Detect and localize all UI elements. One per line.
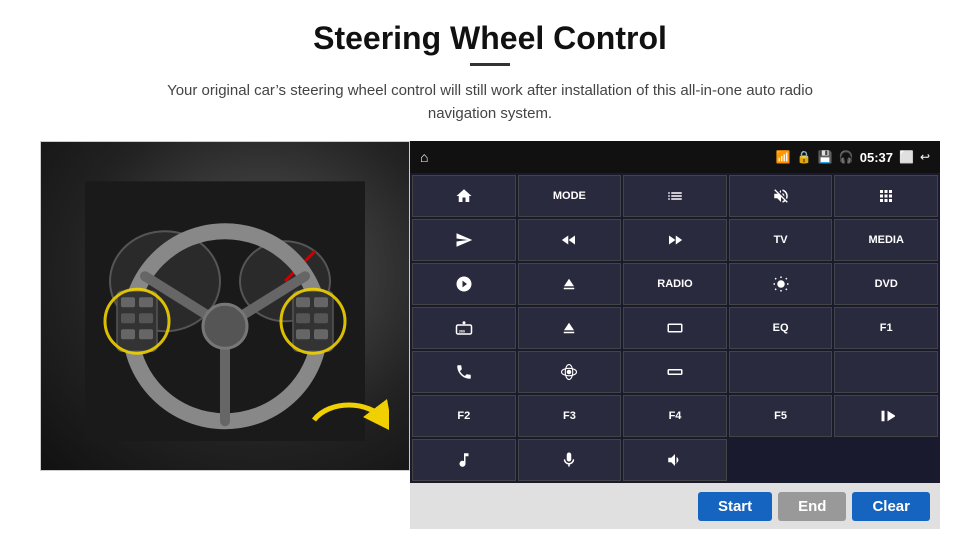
wifi-icon: 📶 [776, 150, 791, 164]
btn-dvd[interactable]: DVD [834, 263, 938, 305]
lock-icon: 🔒 [797, 150, 812, 164]
page-title: Steering Wheel Control [313, 20, 667, 57]
btn-f5[interactable]: F5 [729, 395, 833, 437]
btn-settings[interactable] [412, 263, 516, 305]
page: Steering Wheel Control Your original car… [0, 0, 980, 529]
btn-mode[interactable]: MODE [518, 175, 622, 217]
btn-brightness[interactable] [729, 263, 833, 305]
btn-mic[interactable] [518, 439, 622, 481]
car-image [40, 141, 410, 471]
status-time: 05:37 [860, 150, 893, 165]
btn-eject[interactable] [518, 263, 622, 305]
status-bar: ⌂ 📶 🔒 💾 🎧 05:37 ⬜ ↩ [410, 141, 940, 173]
end-button[interactable]: End [778, 492, 846, 521]
button-grid: MODE TV [410, 173, 940, 483]
btn-empty3 [729, 439, 833, 481]
btn-music[interactable] [412, 439, 516, 481]
btn-empty2[interactable] [834, 351, 938, 393]
btn-radio[interactable]: RADIO [623, 263, 727, 305]
btn-media[interactable]: MEDIA [834, 219, 938, 261]
btn-tv[interactable]: TV [729, 219, 833, 261]
btn-360[interactable]: 360 [412, 307, 516, 349]
btn-f3[interactable]: F3 [518, 395, 622, 437]
btn-fastforward[interactable] [623, 219, 727, 261]
btn-f1[interactable]: F1 [834, 307, 938, 349]
back-icon: ↩ [920, 150, 930, 164]
btn-apps[interactable] [834, 175, 938, 217]
subtitle-text: Your original car’s steering wheel contr… [140, 80, 840, 125]
btn-eject2[interactable] [518, 307, 622, 349]
screen-icon: ⬜ [899, 150, 914, 164]
svg-text:360: 360 [459, 330, 465, 334]
bt-icon: 🎧 [839, 150, 854, 164]
btn-eq[interactable]: EQ [729, 307, 833, 349]
btn-empty1[interactable] [729, 351, 833, 393]
btn-rectangle[interactable] [623, 307, 727, 349]
btn-f4[interactable]: F4 [623, 395, 727, 437]
control-panel: ⌂ 📶 🔒 💾 🎧 05:37 ⬜ ↩ MODE [410, 141, 940, 529]
content-row: ⌂ 📶 🔒 💾 🎧 05:37 ⬜ ↩ MODE [40, 141, 940, 529]
btn-rewind[interactable] [518, 219, 622, 261]
btn-list[interactable] [623, 175, 727, 217]
status-home-icon: ⌂ [420, 149, 428, 165]
bottom-bar: Start End Clear [410, 483, 940, 529]
btn-playpause[interactable] [834, 395, 938, 437]
btn-orbit[interactable] [518, 351, 622, 393]
start-button[interactable]: Start [698, 492, 772, 521]
btn-mute[interactable] [729, 175, 833, 217]
btn-phone[interactable] [412, 351, 516, 393]
btn-rectangle2[interactable] [623, 351, 727, 393]
clear-button[interactable]: Clear [852, 492, 930, 521]
status-right: 📶 🔒 💾 🎧 05:37 ⬜ ↩ [776, 150, 930, 165]
title-divider [470, 63, 510, 66]
btn-empty4 [834, 439, 938, 481]
sd-icon: 💾 [818, 150, 833, 164]
btn-f2[interactable]: F2 [412, 395, 516, 437]
btn-home[interactable] [412, 175, 516, 217]
btn-send[interactable] [412, 219, 516, 261]
btn-vol-phone[interactable] [623, 439, 727, 481]
steering-bg [41, 142, 409, 470]
arrow-icon [309, 390, 389, 450]
